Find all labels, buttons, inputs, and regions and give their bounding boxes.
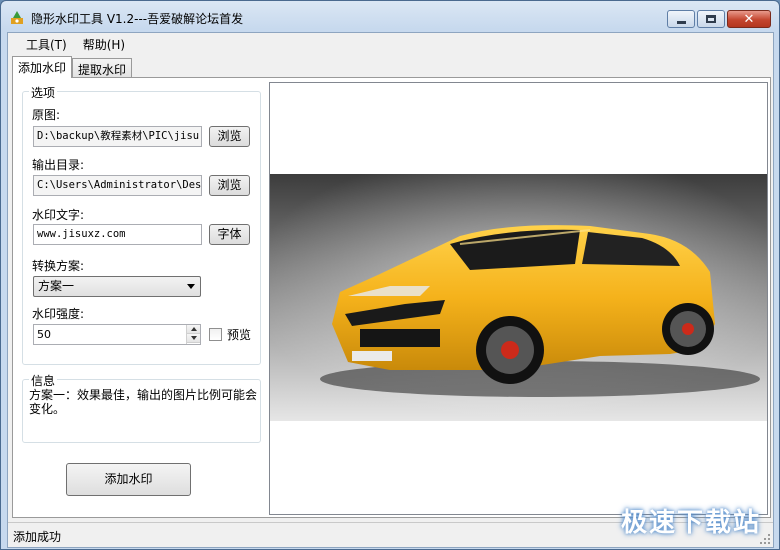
close-icon: ✕ xyxy=(743,11,755,27)
stepper-up-button[interactable] xyxy=(187,325,200,334)
window-title: 隐形水印工具 V1.2---吾爱破解论坛首发 xyxy=(31,12,244,26)
tab-strip: 添加水印 提取水印 xyxy=(12,56,133,78)
arrow-up-icon xyxy=(190,327,197,331)
maximize-button[interactable] xyxy=(697,10,725,28)
add-watermark-button[interactable]: 添加水印 xyxy=(66,463,191,496)
tab-add-watermark[interactable]: 添加水印 xyxy=(12,56,73,78)
source-path-field[interactable]: D:\backup\教程素材\PIC\jisu xyxy=(33,126,202,147)
site-watermark: 极速下载站 xyxy=(620,508,761,538)
options-group-title: 选项 xyxy=(29,84,58,101)
info-group: 信息 方案一：效果最佳，输出的图片比例可能会变化。 xyxy=(22,372,261,443)
car-photo xyxy=(270,174,767,421)
stepper-buttons xyxy=(186,325,200,344)
watermark-text-input[interactable]: www.jisuxz.com xyxy=(33,224,202,245)
minimize-icon xyxy=(676,20,686,24)
stepper-down-button[interactable] xyxy=(187,334,200,343)
window-controls: ✕ xyxy=(667,10,771,28)
strength-value: 50 xyxy=(37,328,51,341)
scheme-select[interactable]: 方案一 xyxy=(33,276,201,297)
arrow-down-icon xyxy=(190,336,197,340)
maximize-icon xyxy=(706,15,716,23)
browse-source-button[interactable]: 浏览 xyxy=(209,126,250,147)
strength-stepper[interactable]: 50 xyxy=(33,324,201,345)
preview-checkbox-label: 预览 xyxy=(227,328,252,342)
tab-panel-add: 选项 原图: D:\backup\教程素材\PIC\jisu 浏览 输出目录: … xyxy=(12,77,771,518)
menu-tools[interactable]: 工具(T) xyxy=(18,33,75,53)
main-window: 隐形水印工具 V1.2---吾爱破解论坛首发 ✕ 工具(T) 帮助(H) 添加水… xyxy=(0,0,780,550)
minimize-button[interactable] xyxy=(667,10,695,28)
menu-bar: 工具(T) 帮助(H) xyxy=(8,33,773,53)
watermark-text-label: 水印文字: xyxy=(32,208,85,222)
close-button[interactable]: ✕ xyxy=(727,10,771,28)
scheme-select-value: 方案一 xyxy=(38,279,75,293)
output-dir-field[interactable]: C:\Users\Administrator\Desk xyxy=(33,175,202,196)
source-label: 原图: xyxy=(32,108,61,122)
status-text: 添加成功 xyxy=(13,530,62,544)
strength-label: 水印强度: xyxy=(32,307,85,321)
options-group: 选项 原图: D:\backup\教程素材\PIC\jisu 浏览 输出目录: … xyxy=(22,84,261,365)
scheme-label: 转换方案: xyxy=(32,259,85,273)
font-button[interactable]: 字体 xyxy=(209,224,250,245)
chevron-down-icon xyxy=(187,284,195,289)
output-label: 输出目录: xyxy=(32,158,85,172)
info-text: 方案一：效果最佳，输出的图片比例可能会变化。 xyxy=(29,388,258,416)
tab-extract-watermark[interactable]: 提取水印 xyxy=(72,58,133,78)
menu-help[interactable]: 帮助(H) xyxy=(75,33,133,53)
title-bar[interactable]: 隐形水印工具 V1.2---吾爱破解论坛首发 ✕ xyxy=(1,1,779,33)
preview-checkbox[interactable] xyxy=(209,328,222,341)
image-preview xyxy=(269,82,768,515)
browse-output-button[interactable]: 浏览 xyxy=(209,175,250,196)
info-group-title: 信息 xyxy=(29,372,58,389)
client-area: 工具(T) 帮助(H) 添加水印 提取水印 选项 原图: D:\backup\教… xyxy=(7,32,774,548)
app-icon xyxy=(11,11,23,24)
